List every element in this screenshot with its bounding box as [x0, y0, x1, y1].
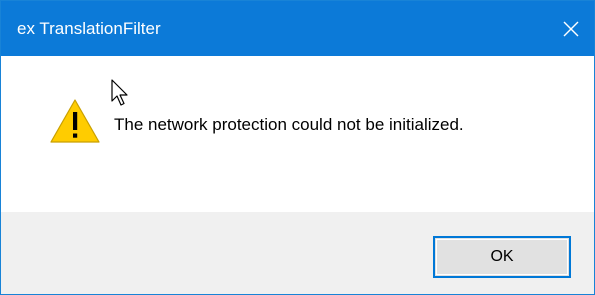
warning-icon	[50, 99, 100, 143]
mouse-pointer-icon	[111, 79, 128, 106]
ok-button[interactable]: OK	[433, 236, 571, 278]
dialog-footer: OK	[1, 212, 594, 294]
dialog-content: The network protection could not be init…	[1, 56, 594, 212]
title-bar[interactable]: ex TranslationFilter	[1, 1, 594, 56]
close-icon	[563, 21, 579, 36]
message-text: The network protection could not be init…	[114, 115, 464, 134]
window-title: ex TranslationFilter	[17, 19, 161, 38]
close-button[interactable]	[548, 1, 594, 56]
message-dialog: ex TranslationFilter The network protect…	[0, 0, 595, 295]
